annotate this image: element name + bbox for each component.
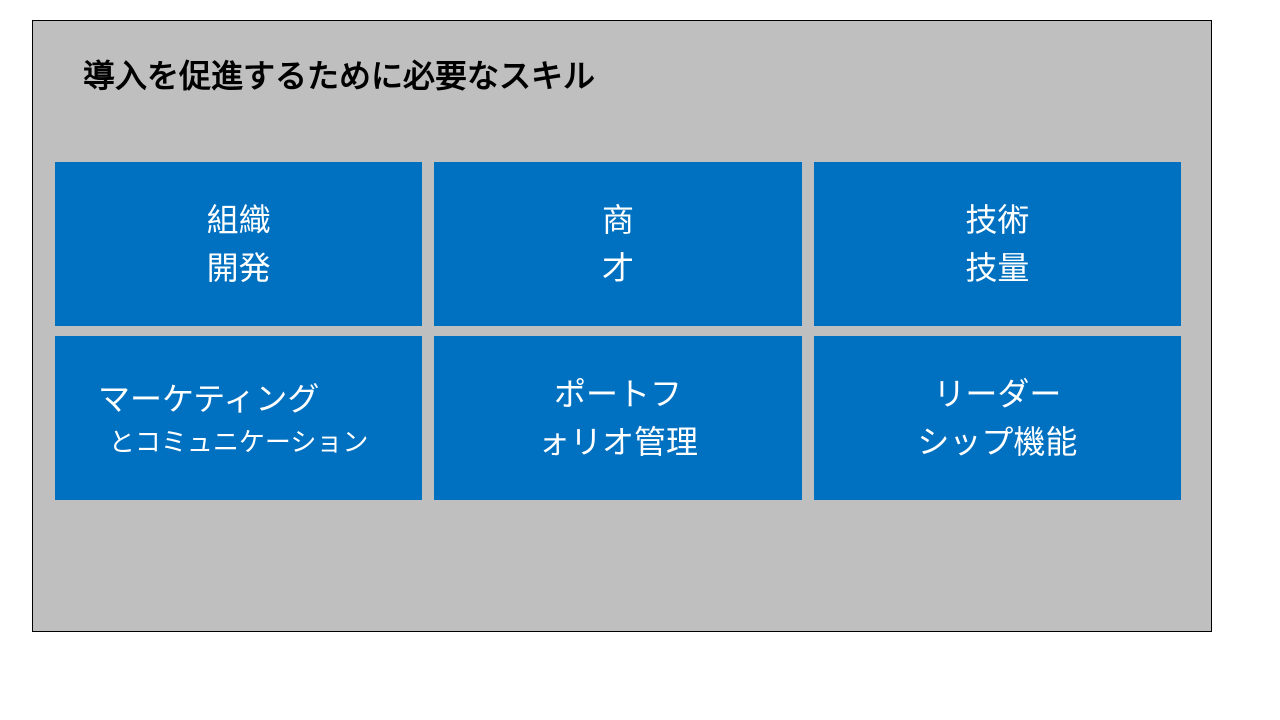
tile-text-line2: シップ機能 xyxy=(917,418,1077,466)
diagram-title: 導入を促進するために必要なスキル xyxy=(83,51,1181,97)
tile-text-line1: ポートフ xyxy=(554,370,682,418)
tile-text-line2: 開発 xyxy=(207,244,271,292)
tile-text-line1: 組織 xyxy=(207,196,271,244)
tile-text-line1: リーダー xyxy=(933,370,1061,418)
diagram-container: 導入を促進するために必要なスキル 組織 開発 商 才 技術 技量 マーケティング… xyxy=(32,20,1212,632)
skill-tile-leadership: リーダー シップ機能 xyxy=(814,336,1181,500)
skill-tile-portfolio: ポートフ ォリオ管理 xyxy=(434,336,801,500)
skill-tile-marketing: マーケティング とコミュニケーション xyxy=(55,336,422,500)
tile-text-line1: マーケティング xyxy=(98,375,319,423)
skills-grid: 組織 開発 商 才 技術 技量 マーケティング とコミュニケーション ポートフ … xyxy=(55,162,1181,500)
tile-text-line2: ォリオ管理 xyxy=(538,418,698,466)
tile-text-line1: 商 xyxy=(602,196,634,244)
tile-text-line2: 才 xyxy=(602,244,634,292)
skill-tile-organization: 組織 開発 xyxy=(55,162,422,326)
skill-tile-business: 商 才 xyxy=(434,162,801,326)
tile-text-line2: とコミュニケーション xyxy=(109,423,368,462)
tile-text-line2: 技量 xyxy=(965,244,1029,292)
skill-tile-technical: 技術 技量 xyxy=(814,162,1181,326)
tile-text-line1: 技術 xyxy=(965,196,1029,244)
